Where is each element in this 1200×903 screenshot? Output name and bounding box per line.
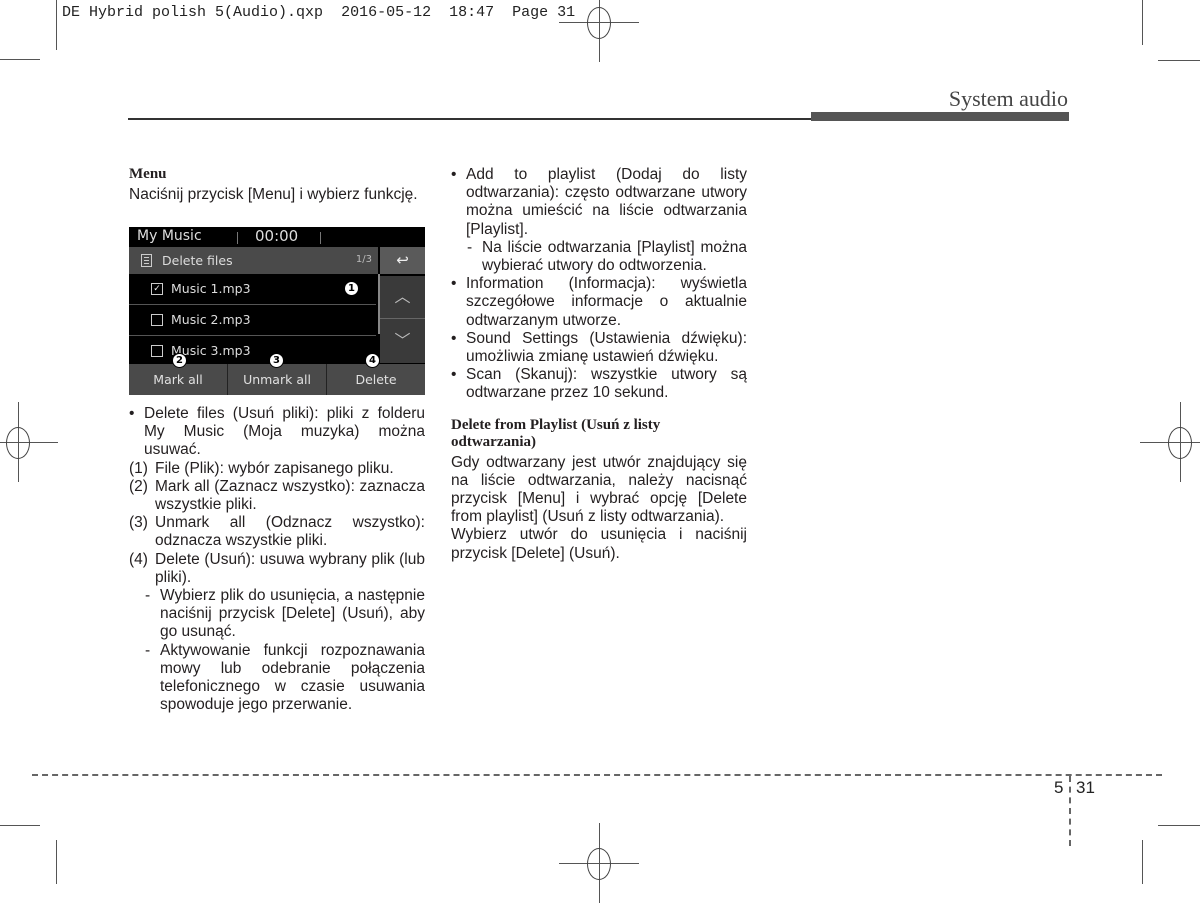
callout-4: 4 bbox=[365, 353, 380, 368]
list-icon bbox=[141, 254, 152, 267]
slug-time: 18:47 bbox=[449, 4, 495, 21]
menu-header: Delete files 1/3 bbox=[129, 247, 378, 274]
bullet-information: • Information (Informacja): wyświetla szc… bbox=[451, 275, 747, 329]
file-row[interactable]: Music 3.mp3 bbox=[129, 336, 376, 366]
action-bar: Mark all Unmark all Delete bbox=[129, 364, 425, 395]
audio-screen: My Music 00:00 Delete files 1/3 ↩ ✓ Musi… bbox=[129, 227, 425, 395]
footer-divider bbox=[1069, 776, 1071, 846]
slug-filename: DE Hybrid polish 5(Audio).qxp bbox=[62, 4, 324, 21]
mark-all-button[interactable]: Mark all bbox=[129, 364, 228, 395]
crop-mark bbox=[1142, 840, 1143, 884]
header-rule bbox=[128, 118, 813, 120]
checkbox-checked[interactable]: ✓ bbox=[151, 283, 163, 295]
crop-mark bbox=[56, 0, 57, 50]
registration-mark-icon bbox=[559, 823, 639, 903]
unmark-all-button[interactable]: Unmark all bbox=[228, 364, 327, 395]
dash-item: - Na liście odtwarzania [Playlist] można … bbox=[467, 238, 747, 275]
screen-title: My Music bbox=[137, 228, 202, 244]
numbered-item: (1) File (Plik): wybór zapisanego pliku. bbox=[129, 459, 394, 477]
callout-3: 3 bbox=[269, 353, 284, 368]
menu-heading: Menu bbox=[129, 166, 167, 182]
checkbox[interactable] bbox=[151, 314, 163, 326]
menu-intro: Naciśnij przycisk [Menu] i wybierz funkc… bbox=[129, 186, 418, 203]
page-number: 31 bbox=[1076, 778, 1095, 797]
crop-mark bbox=[0, 825, 40, 826]
delete-button[interactable]: Delete bbox=[327, 364, 425, 395]
bullet-sound-settings: • Sound Settings (Ustawienia dźwięku): um… bbox=[451, 329, 747, 366]
crop-mark bbox=[1158, 825, 1200, 826]
menu-label: Delete files bbox=[162, 253, 233, 268]
back-icon: ↩ bbox=[396, 251, 409, 269]
file-name: Music 1.mp3 bbox=[171, 281, 251, 296]
print-slug: DE Hybrid polish 5(Audio).qxp 2016-05-12… bbox=[62, 4, 575, 21]
slug-page: Page 31 bbox=[512, 4, 576, 21]
file-row[interactable]: ✓ Music 1.mp3 bbox=[129, 274, 376, 305]
section-title: System audio bbox=[948, 86, 1068, 111]
scroll-down-button[interactable]: ﹀ bbox=[380, 319, 425, 363]
crop-mark bbox=[1142, 0, 1143, 45]
crop-mark bbox=[0, 59, 40, 60]
callout-2: 2 bbox=[172, 353, 187, 368]
chevron-down-icon: ﹀ bbox=[394, 331, 411, 350]
right-column: • Add to playlist (Dodaj do listy odtwarz… bbox=[451, 166, 747, 563]
numbered-item: (3) Unmark all (Odznacz wszystko): odznac… bbox=[129, 514, 425, 550]
callout-1: 1 bbox=[344, 281, 359, 296]
bullet-add-to-playlist: • Add to playlist (Dodaj do listy odtwarz… bbox=[451, 166, 747, 238]
dash-item: - Aktywowanie funkcji rozpoznawania mowy … bbox=[145, 641, 425, 714]
paragraph: Wybierz utwór do usunięcia i naciśnij pr… bbox=[451, 526, 747, 562]
crop-mark bbox=[1158, 60, 1200, 61]
bullet-scan: • Scan (Skanuj): wszystkie utwory są odtw… bbox=[451, 366, 747, 402]
header-rule-thick bbox=[811, 112, 1069, 121]
file-row[interactable]: Music 2.mp3 bbox=[129, 305, 376, 336]
left-column-body: • Delete files (Usuń pliki): pliki z fold… bbox=[129, 405, 425, 714]
slug-date: 2016-05-12 bbox=[341, 4, 432, 21]
crop-mark bbox=[56, 840, 57, 884]
footer-rule bbox=[32, 774, 1162, 776]
paragraph: Gdy odtwarzany jest utwór znajdujący się… bbox=[451, 453, 747, 526]
delete-from-playlist-heading: Delete from Playlist (Usuń z listy odtwa… bbox=[451, 416, 661, 450]
chapter-number: 5 bbox=[1054, 778, 1064, 797]
file-name: Music 2.mp3 bbox=[171, 312, 251, 327]
registration-mark-icon bbox=[1140, 402, 1200, 482]
divider bbox=[320, 232, 321, 244]
checkbox[interactable] bbox=[151, 345, 163, 357]
screen-status-bar: My Music 00:00 bbox=[129, 227, 425, 247]
play-time: 00:00 bbox=[255, 227, 299, 245]
scroll-up-button[interactable]: ︿ bbox=[380, 276, 425, 319]
numbered-item: (4) Delete (Usuń): usuwa wybrany plik (lu… bbox=[129, 550, 425, 586]
bullet-delete-files: • Delete files (Usuń pliki): pliki z fold… bbox=[129, 405, 425, 459]
left-column: Menu Naciśnij przycisk [Menu] i wybierz … bbox=[129, 166, 425, 204]
dash-item: - Wybierz plik do usunięcia, a następnie … bbox=[145, 587, 425, 641]
divider bbox=[237, 232, 238, 244]
registration-mark-icon bbox=[0, 402, 58, 482]
numbered-item: (2) Mark all (Zaznacz wszystko): zaznacza… bbox=[129, 477, 425, 514]
page-indicator: 1/3 bbox=[355, 254, 372, 265]
back-button[interactable]: ↩ bbox=[380, 247, 425, 274]
chevron-up-icon: ︿ bbox=[394, 287, 411, 306]
